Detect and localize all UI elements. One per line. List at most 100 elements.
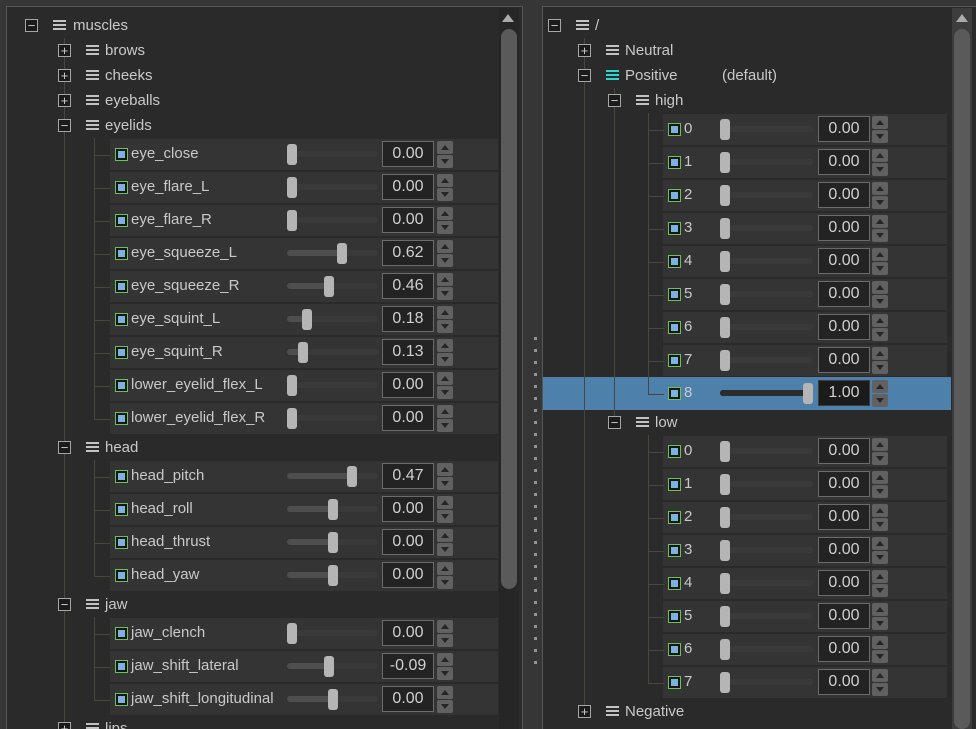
muscle-enabled-checkbox[interactable]: [668, 255, 681, 268]
tree-group-row[interactable]: −low: [543, 410, 976, 435]
slider-handle[interactable]: [720, 573, 730, 594]
spin-up-button[interactable]: [872, 248, 888, 261]
tree-control-row[interactable]: 60.00: [543, 633, 976, 666]
spin-up-button[interactable]: [437, 141, 453, 154]
spin-down-button[interactable]: [872, 650, 888, 663]
slider-handle[interactable]: [803, 383, 813, 404]
value-field[interactable]: 0.00: [818, 347, 870, 373]
slider-handle[interactable]: [324, 656, 334, 677]
value-field[interactable]: 0.00: [382, 620, 434, 646]
spin-down-button[interactable]: [437, 634, 453, 647]
tree-control-row[interactable]: head_thrust0.00: [7, 526, 522, 559]
slider-handle[interactable]: [720, 540, 730, 561]
slider-handle[interactable]: [720, 185, 730, 206]
tree-group-row[interactable]: −/: [543, 13, 976, 38]
spin-down-button[interactable]: [872, 196, 888, 209]
tree-control-row[interactable]: eye_squeeze_L0.62: [7, 237, 522, 270]
spin-up-button[interactable]: [437, 529, 453, 542]
tree-control-row[interactable]: 50.00: [543, 278, 976, 311]
spin-up-button[interactable]: [437, 405, 453, 418]
spin-down-button[interactable]: [872, 584, 888, 597]
slider-track[interactable]: [720, 646, 813, 652]
tree-control-row[interactable]: 70.00: [543, 666, 976, 699]
slider-handle[interactable]: [287, 623, 297, 644]
tree-control-row[interactable]: eye_squint_R0.13: [7, 336, 522, 369]
value-field[interactable]: 0.00: [382, 529, 434, 555]
collapse-toggle-icon[interactable]: −: [608, 416, 621, 429]
slider-handle[interactable]: [720, 441, 730, 462]
value-field[interactable]: 0.00: [382, 496, 434, 522]
spin-up-button[interactable]: [872, 182, 888, 195]
muscle-enabled-checkbox[interactable]: [115, 503, 128, 516]
collapse-toggle-icon[interactable]: −: [608, 94, 621, 107]
tree-control-row[interactable]: eye_squeeze_R0.46: [7, 270, 522, 303]
muscle-enabled-checkbox[interactable]: [668, 189, 681, 202]
slider-handle[interactable]: [287, 210, 297, 231]
tree-control-row[interactable]: 40.00: [543, 245, 976, 278]
slider-handle[interactable]: [720, 251, 730, 272]
spin-down-button[interactable]: [437, 155, 453, 168]
slider-handle[interactable]: [287, 408, 297, 429]
expand-toggle-icon[interactable]: +: [578, 44, 591, 57]
value-field[interactable]: 0.00: [382, 686, 434, 712]
tree-group-row[interactable]: −muscles: [7, 13, 522, 38]
spin-down-button[interactable]: [437, 543, 453, 556]
scroll-up-button[interactable]: [956, 14, 968, 22]
value-field[interactable]: 0.00: [382, 174, 434, 200]
spin-up-button[interactable]: [872, 537, 888, 550]
slider-track[interactable]: [720, 679, 813, 685]
tree-control-row[interactable]: jaw_shift_lateral-0.09: [7, 650, 522, 683]
spin-down-button[interactable]: [437, 510, 453, 523]
spin-up-button[interactable]: [437, 240, 453, 253]
muscle-enabled-checkbox[interactable]: [668, 156, 681, 169]
spin-down-button[interactable]: [872, 229, 888, 242]
tree-control-row[interactable]: head_pitch0.47: [7, 460, 522, 493]
spin-up-button[interactable]: [437, 372, 453, 385]
spin-down-button[interactable]: [872, 130, 888, 143]
slider-track[interactable]: [720, 126, 813, 132]
slider-handle[interactable]: [720, 317, 730, 338]
spin-down-button[interactable]: [437, 477, 453, 490]
spin-up-button[interactable]: [437, 463, 453, 476]
value-field[interactable]: 0.00: [818, 603, 870, 629]
tree-group-row[interactable]: +lips: [7, 716, 522, 729]
value-field[interactable]: 1.00: [818, 380, 870, 406]
spin-down-button[interactable]: [437, 188, 453, 201]
slider-track[interactable]: [720, 324, 813, 330]
collapse-toggle-icon[interactable]: −: [58, 119, 71, 132]
slider-handle[interactable]: [287, 144, 297, 165]
slider-handle[interactable]: [337, 243, 347, 264]
tree-control-row[interactable]: lower_eyelid_flex_L0.00: [7, 369, 522, 402]
muscle-enabled-checkbox[interactable]: [668, 123, 681, 136]
tree-control-row[interactable]: 10.00: [543, 146, 976, 179]
spin-up-button[interactable]: [437, 306, 453, 319]
slider-track[interactable]: [720, 580, 813, 586]
slider-handle[interactable]: [720, 218, 730, 239]
spin-up-button[interactable]: [872, 636, 888, 649]
muscle-enabled-checkbox[interactable]: [115, 660, 128, 673]
spin-up-button[interactable]: [872, 380, 888, 393]
spin-up-button[interactable]: [872, 504, 888, 517]
muscle-enabled-checkbox[interactable]: [668, 511, 681, 524]
muscle-enabled-checkbox[interactable]: [115, 569, 128, 582]
slider-track[interactable]: [287, 184, 378, 190]
spin-down-button[interactable]: [872, 295, 888, 308]
tree-control-row[interactable]: eye_flare_R0.00: [7, 204, 522, 237]
slider-handle[interactable]: [720, 507, 730, 528]
tree-control-row[interactable]: head_yaw0.00: [7, 559, 522, 592]
value-field[interactable]: 0.00: [382, 141, 434, 167]
spin-down-button[interactable]: [872, 617, 888, 630]
muscle-enabled-checkbox[interactable]: [668, 610, 681, 623]
tree-control-row[interactable]: 30.00: [543, 212, 976, 245]
slider-handle[interactable]: [287, 375, 297, 396]
collapse-toggle-icon[interactable]: −: [25, 19, 38, 32]
spin-down-button[interactable]: [437, 320, 453, 333]
slider-track[interactable]: [720, 514, 813, 520]
tree-control-row[interactable]: 50.00: [543, 600, 976, 633]
spin-up-button[interactable]: [872, 570, 888, 583]
value-field[interactable]: 0.00: [818, 248, 870, 274]
slider-handle[interactable]: [720, 152, 730, 173]
tree-control-row[interactable]: 00.00: [543, 113, 976, 146]
slider-track[interactable]: [720, 448, 813, 454]
value-field[interactable]: 0.00: [382, 405, 434, 431]
